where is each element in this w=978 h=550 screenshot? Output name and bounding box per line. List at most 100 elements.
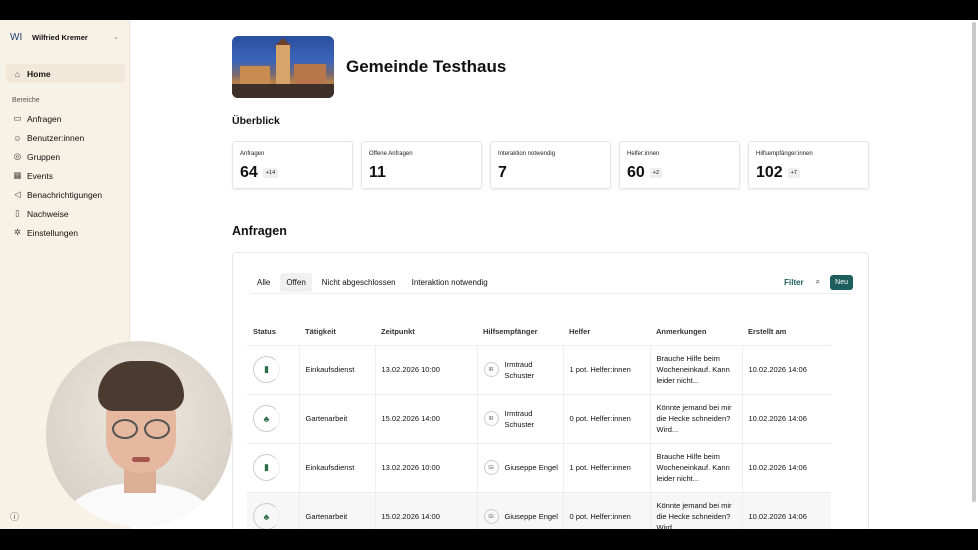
stat-card: Offene Anfragen 11 — [361, 141, 482, 189]
sidebar-item-anfragen[interactable]: ▭ Anfragen — [6, 109, 125, 128]
gear-icon: ✲ — [13, 227, 22, 237]
stat-label: Anfragen — [240, 151, 265, 157]
table-row[interactable]: ▮ Einkaufsdienst 13.02.2026 10:00 IR Irmt… — [247, 344, 831, 394]
column-header[interactable]: Tätigkeit — [299, 319, 375, 345]
webcam-overlay — [46, 341, 232, 527]
sidebar-item-gruppen[interactable]: ◎ Gruppen — [6, 147, 125, 166]
recipient-cell: GI Giuseppe Engel — [476, 442, 563, 492]
stat-delta-badge: +14 — [262, 168, 279, 178]
sidebar-item-home[interactable]: ⌂ Home — [6, 64, 125, 83]
time-cell: 13.02.2026 10:00 — [374, 344, 477, 394]
table-row[interactable]: ♣ Gartenarbeit 15.02.2026 14:00 IR Irmtra… — [247, 393, 831, 443]
garden-icon: ♣ — [263, 511, 270, 522]
chevron-updown-icon: ⌄ — [113, 34, 119, 41]
note-cell: Könnte jemand bei mir die Hecke schneide… — [649, 393, 742, 443]
bookmark-icon: ▯ — [15, 208, 20, 218]
scrollbar[interactable] — [972, 22, 976, 502]
stats-row: Anfragen 64 +14 Offene Anfragen 11 Inter… — [232, 141, 869, 189]
stat-value: 64 — [240, 164, 258, 181]
recipient-cell: IR Irmtraud Schuster — [476, 344, 563, 394]
tab-interaktion-notwendig[interactable]: Interaktion notwendig — [406, 273, 494, 292]
time-cell: 13.02.2026 10:00 — [374, 442, 477, 492]
stat-label: Hilfsempfänger:innen — [756, 151, 813, 157]
garden-icon: ♣ — [263, 413, 270, 424]
letterbox-bottom — [0, 529, 978, 550]
status-cell: ♣ — [247, 393, 299, 443]
user-name: Wilfried Kremer — [32, 32, 88, 42]
tab-nicht-abgeschlossen[interactable]: Nicht abgeschlossen — [316, 273, 402, 292]
column-header[interactable]: Helfer — [563, 319, 650, 345]
sidebar-item-label: Events — [27, 170, 53, 181]
sidebar-item-einstellungen[interactable]: ✲ Einstellungen — [6, 223, 125, 242]
sidebar-item-label: Anfragen — [27, 113, 62, 124]
created-cell: 10.02.2026 14:06 — [741, 393, 831, 443]
sidebar-item-label: Einstellungen — [27, 227, 79, 238]
requests-table: Status Tätigkeit Zeitpunkt Hilfsempfänge… — [247, 319, 831, 541]
column-header[interactable]: Status — [247, 319, 299, 345]
sidebar-section-label: Bereiche — [12, 97, 40, 104]
avatar: GI — [483, 509, 499, 525]
status-progress-ring: ♣ — [253, 503, 280, 531]
sidebar-item-benachrichtigungen[interactable]: ◁ Benachrichtigungen — [6, 185, 125, 204]
status-progress-ring: ▮ — [253, 356, 280, 383]
stat-delta-badge: +2 — [649, 168, 663, 178]
sidebar-item-nachweise[interactable]: ▯ Nachweise — [6, 204, 125, 223]
created-cell: 10.02.2026 14:06 — [741, 344, 831, 394]
tab-offen[interactable]: Offen — [280, 272, 312, 292]
activity-cell: Gartenarbeit — [298, 393, 375, 443]
requests-toolbar: Alle Offen Nicht abgeschlossen Interakti… — [251, 271, 853, 294]
filter-button[interactable]: Filter — [784, 278, 804, 287]
avatar: IR — [483, 411, 499, 426]
sidebar-item-label: Nachweise — [27, 208, 69, 219]
stat-card: Anfragen 64 +14 — [232, 141, 353, 189]
table-row[interactable]: ▮ Einkaufsdienst 13.02.2026 10:00 GI Gius… — [247, 442, 831, 492]
group-icon: ◎ — [13, 151, 22, 161]
stat-card: Helfer:innen 60 +2 — [619, 141, 740, 189]
recipient-name: Giuseppe Engel — [504, 463, 558, 472]
activity-cell: Einkaufsdienst — [298, 442, 375, 492]
column-header[interactable]: Zeitpunkt — [375, 319, 477, 345]
user-initials: WI — [10, 31, 23, 43]
status-progress-ring: ▮ — [253, 454, 280, 481]
stat-label: Offene Anfragen — [369, 151, 413, 157]
help-icon[interactable]: ⓘ — [10, 510, 19, 523]
letterbox-top — [0, 0, 978, 20]
search-icon[interactable]: ⌕ — [816, 277, 820, 287]
sidebar-item-label: Benutzer:innen — [27, 132, 85, 143]
column-header[interactable]: Hilfsempfänger — [477, 319, 563, 345]
overview-heading: Überblick — [232, 115, 280, 127]
recipient-name: Giuseppe Engel — [504, 512, 558, 522]
sidebar-item-label: Gruppen — [27, 151, 61, 162]
helper-cell: 1 pot. Helfer:innen — [562, 442, 650, 492]
municipality-image — [232, 36, 334, 98]
stat-value: 60 — [627, 164, 645, 181]
tab-alle[interactable]: Alle — [251, 273, 276, 292]
stat-card: Interaktion notwendig 7 — [490, 141, 611, 189]
requests-card: Alle Offen Nicht abgeschlossen Interakti… — [232, 252, 869, 542]
sidebar-item-benutzer[interactable]: ☺ Benutzer:innen — [6, 128, 125, 147]
sidebar-item-label: Home — [27, 68, 51, 79]
stat-label: Helfer:innen — [627, 151, 660, 157]
status-cell: ▮ — [247, 344, 299, 394]
column-header[interactable]: Anmerkungen — [650, 319, 742, 345]
calendar-icon: ▦ — [13, 170, 22, 180]
sidebar-item-label: Benachrichtigungen — [27, 189, 103, 200]
stat-value: 102 — [756, 164, 783, 181]
column-header[interactable]: Erstellt am — [742, 319, 831, 345]
new-request-button[interactable]: Neu — [830, 274, 853, 290]
activity-cell: Einkaufsdienst — [298, 344, 375, 394]
sidebar-item-events[interactable]: ▦ Events — [6, 166, 125, 185]
recipient-name: Irmtraud Schuster — [504, 359, 535, 380]
shopping-bag-icon: ▮ — [264, 462, 269, 472]
stat-value: 11 — [369, 164, 386, 181]
inbox-icon: ▭ — [13, 113, 22, 123]
created-cell: 10.02.2026 14:06 — [741, 442, 831, 492]
note-cell: Brauche Hilfe beim Wocheneinkauf. Kann l… — [649, 344, 742, 394]
recipient-cell: IR Irmtraud Schuster — [476, 393, 563, 443]
page-header: Gemeinde Testhaus — [232, 36, 506, 98]
stat-delta-badge: +7 — [787, 168, 800, 178]
stat-value: 7 — [498, 164, 507, 181]
recipient-name: Irmtraud Schuster — [504, 408, 535, 429]
requests-heading: Anfragen — [232, 224, 287, 238]
user-menu[interactable]: WI Wilfried Kremer ⌄ — [0, 22, 129, 52]
